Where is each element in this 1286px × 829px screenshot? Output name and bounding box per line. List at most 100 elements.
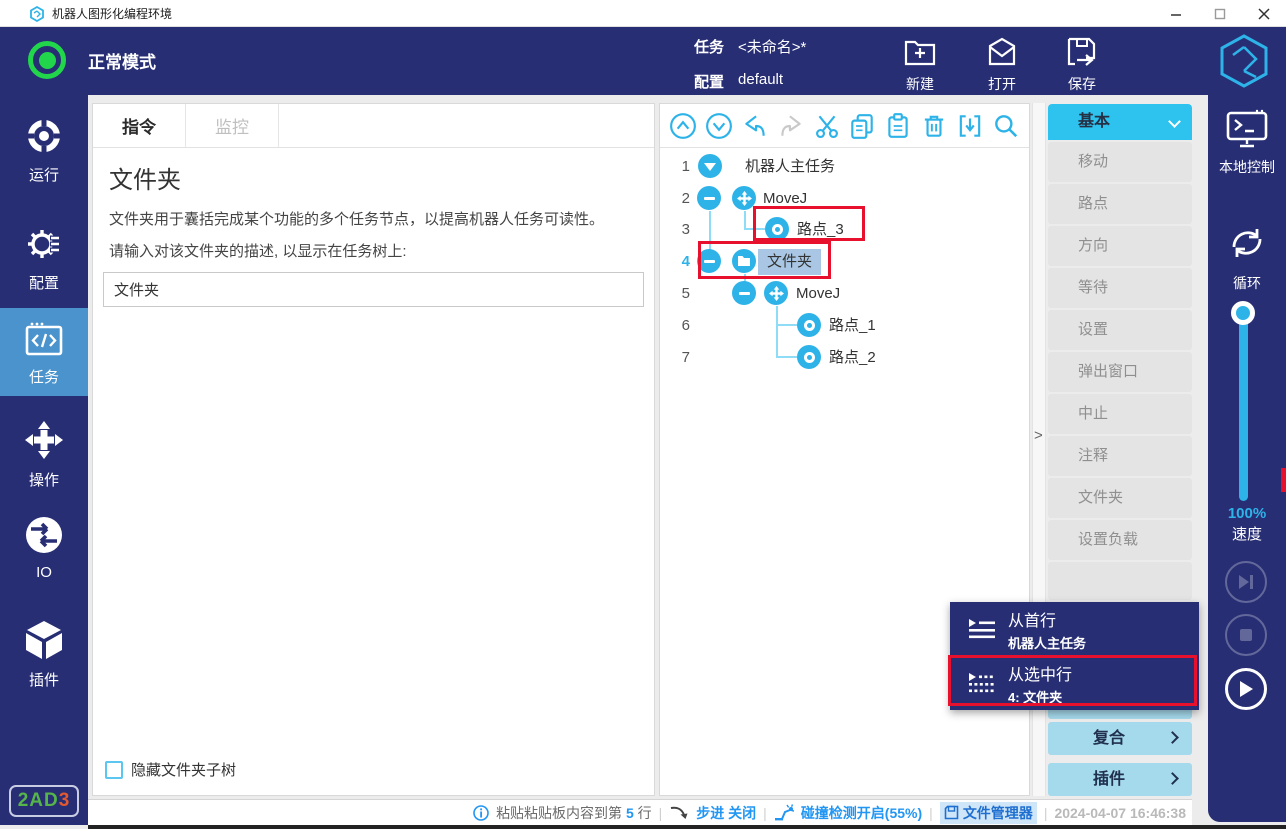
new-task-button[interactable]: 新建 xyxy=(892,36,948,94)
task-name-value: <未命名>* xyxy=(738,36,806,57)
copy-icon[interactable] xyxy=(848,112,876,140)
collision-icon xyxy=(774,804,794,821)
maximize-icon xyxy=(1214,8,1226,20)
collapse-icon[interactable] xyxy=(697,249,721,273)
palette-header-basic[interactable]: 基本 xyxy=(1048,104,1192,140)
step-mode-status[interactable]: 步进 关闭 xyxy=(696,803,756,823)
close-button[interactable] xyxy=(1242,0,1286,27)
tree-node-label[interactable]: MoveJ xyxy=(796,278,840,309)
waypoint-icon xyxy=(797,313,821,337)
tab-monitor[interactable]: 监控 xyxy=(186,104,279,147)
tree-row-folder[interactable]: 4 文件夹 xyxy=(660,246,1029,277)
palette-item-waypoint[interactable]: 路点 xyxy=(1048,184,1192,224)
play-button[interactable] xyxy=(1225,668,1267,710)
hide-subtree-checkbox-row[interactable]: 隐藏文件夹子树 xyxy=(105,759,236,780)
paste-status-text: 粘贴粘贴板内容到第 5 行 xyxy=(496,803,652,823)
minimize-icon xyxy=(1170,8,1182,20)
move-up-icon[interactable] xyxy=(669,112,697,140)
collapse-icon[interactable] xyxy=(732,281,756,305)
tree-row-waypoint-1[interactable]: 6 路点_1 xyxy=(660,310,1029,341)
step-next-icon xyxy=(1237,574,1255,590)
app-logo-icon xyxy=(29,6,45,22)
file-manager-button[interactable]: 文件管理器 xyxy=(940,802,1037,824)
run-from-selected-line-item[interactable]: 从选中行 4: 文件夹 xyxy=(950,656,1199,710)
row-number: 1 xyxy=(666,151,690,182)
insert-icon[interactable] xyxy=(956,112,984,140)
folder-description-1: 文件夹用于囊括完成某个功能的多个任务节点，以提高机器人任务可读性。 xyxy=(109,208,604,229)
palette-item-folder[interactable]: 文件夹 xyxy=(1048,478,1192,518)
maximize-button[interactable] xyxy=(1198,0,1242,27)
palette-item-comment[interactable]: 注释 xyxy=(1048,436,1192,476)
save-task-button[interactable]: 保存 xyxy=(1054,36,1110,94)
tree-node-label[interactable]: 路点_1 xyxy=(829,310,876,341)
palette-item-wait[interactable]: 等待 xyxy=(1048,268,1192,308)
sidebar-item-io[interactable]: IO xyxy=(0,515,88,581)
palette-group-composite[interactable]: 复合 xyxy=(1048,722,1192,755)
palette-item-direction[interactable]: 方向 xyxy=(1048,226,1192,266)
paste-icon[interactable] xyxy=(884,112,912,140)
palette-item-abort[interactable]: 中止 xyxy=(1048,394,1192,434)
file-manager-label: 文件管理器 xyxy=(963,803,1033,823)
row-number: 3 xyxy=(666,214,690,245)
step-next-button[interactable] xyxy=(1225,561,1267,603)
loop-button[interactable]: 循环 xyxy=(1208,221,1286,293)
separator: | xyxy=(929,805,933,821)
palette-item-set[interactable]: 设置 xyxy=(1048,310,1192,350)
sidebar-item-run[interactable]: 运行 xyxy=(0,117,88,185)
collision-status[interactable]: 碰撞检测开启(55%) xyxy=(801,803,922,823)
stop-button[interactable] xyxy=(1225,614,1267,656)
tab-instruction[interactable]: 指令 xyxy=(93,104,186,147)
row-number: 2 xyxy=(666,183,690,214)
cut-icon[interactable] xyxy=(813,112,841,140)
move-down-icon[interactable] xyxy=(705,112,733,140)
collapse-icon[interactable] xyxy=(697,186,721,210)
tree-node-label[interactable]: 路点_2 xyxy=(829,342,876,373)
config-icon xyxy=(25,225,63,263)
search-icon[interactable] xyxy=(992,112,1020,140)
sidebar-item-task[interactable]: 任务 xyxy=(0,308,88,396)
tree-node-label[interactable]: 路点_3 xyxy=(797,214,844,245)
speed-slider-knob[interactable] xyxy=(1231,301,1255,325)
speed-value: 100% xyxy=(1208,505,1286,522)
chevron-right-icon: > xyxy=(1034,427,1043,444)
sidebar-item-config[interactable]: 配置 xyxy=(0,225,88,293)
tree-toolbar xyxy=(660,104,1029,148)
hide-subtree-checkbox[interactable] xyxy=(105,761,123,779)
delete-icon[interactable] xyxy=(920,112,948,140)
palette-item-popup-window[interactable]: 弹出窗口 xyxy=(1048,352,1192,392)
redo-icon[interactable] xyxy=(777,112,805,140)
run-from-first-line-item[interactable]: 从首行 机器人主任务 xyxy=(950,602,1199,656)
speed-slider-track[interactable] xyxy=(1239,315,1248,501)
play-icon xyxy=(1238,680,1254,698)
expand-toggle-icon[interactable] xyxy=(698,154,722,178)
local-control-button[interactable]: 本地控制 xyxy=(1208,109,1286,177)
instruction-panel: 指令 监控 文件夹 文件夹用于囊括完成某个功能的多个任务节点，以提高机器人任务可… xyxy=(92,103,655,796)
tree-node-label[interactable]: 机器人主任务 xyxy=(745,151,835,182)
sidebar-item-plugin[interactable]: 插件 xyxy=(0,620,88,690)
palette-item-move[interactable]: 移动 xyxy=(1048,142,1192,182)
folder-name-input[interactable] xyxy=(103,272,644,307)
tree-row-main-task[interactable]: 1 机器人主任务 xyxy=(660,151,1029,182)
sidebar-item-label: 配置 xyxy=(0,272,88,293)
minimize-button[interactable] xyxy=(1154,0,1198,27)
task-icon xyxy=(24,321,64,357)
local-control-icon xyxy=(1224,109,1270,149)
menu-item-subtitle: 4: 文件夹 xyxy=(1008,687,1072,706)
tree-row-movej-1[interactable]: 2 MoveJ xyxy=(660,183,1029,214)
separator: | xyxy=(763,805,767,821)
tree-node-label[interactable]: MoveJ xyxy=(763,183,807,214)
tree-row-movej-2[interactable]: 5 MoveJ xyxy=(660,278,1029,309)
tree-node-label[interactable]: 文件夹 xyxy=(758,249,821,275)
new-task-icon xyxy=(903,36,937,67)
open-task-button[interactable]: 打开 xyxy=(974,36,1030,94)
sidebar-item-operate[interactable]: 操作 xyxy=(0,420,88,490)
tree-row-waypoint-3[interactable]: 3 路点_3 xyxy=(660,214,1029,245)
window-title: 机器人图形化编程环境 xyxy=(52,5,172,22)
palette-group-plugin[interactable]: 插件 xyxy=(1048,763,1192,796)
palette-item-set-payload[interactable]: 设置负载 xyxy=(1048,520,1192,560)
run-from-menu: 从首行 机器人主任务 从选中行 4: 文件夹 xyxy=(950,602,1199,710)
statusbar: 粘贴粘贴板内容到第 5 行 | 步进 关闭 | 碰撞检测开启(55%) | 文件… xyxy=(88,799,1192,825)
undo-icon[interactable] xyxy=(741,112,769,140)
run-icon xyxy=(25,117,63,155)
tree-row-waypoint-2[interactable]: 7 路点_2 xyxy=(660,342,1029,373)
